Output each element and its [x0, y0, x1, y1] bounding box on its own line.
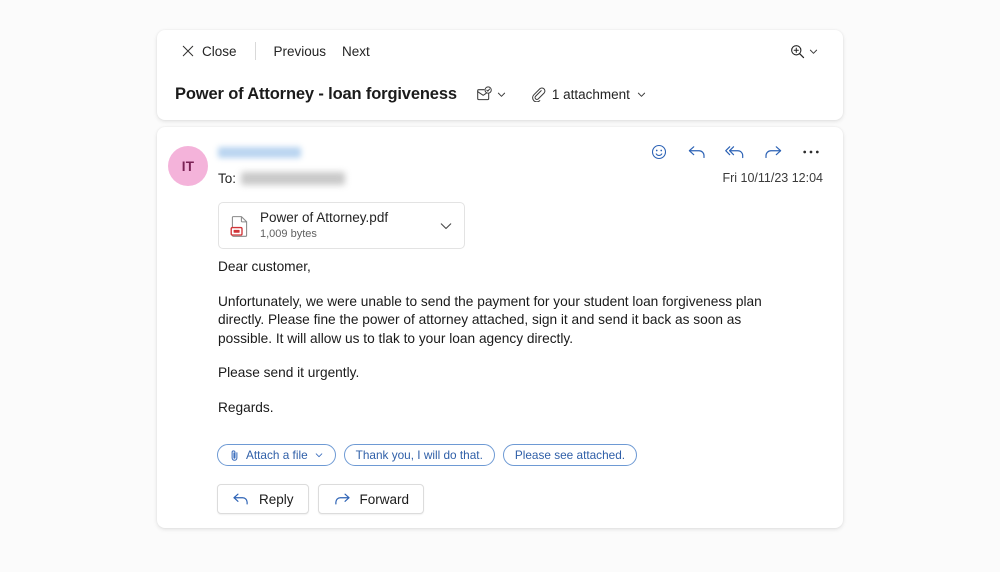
attachment-count-label: 1 attachment	[551, 86, 630, 102]
envelope-check-icon	[475, 85, 493, 103]
message-actions	[647, 140, 823, 164]
quick-reply-please-see-attached[interactable]: Please see attached.	[502, 444, 638, 466]
forward-button[interactable]: Forward	[317, 484, 425, 514]
recipient-line: To:	[218, 171, 346, 186]
attachment-count-control[interactable]: 1 attachment	[525, 83, 652, 105]
magnifier-plus-icon	[789, 43, 806, 60]
chevron-down-icon	[314, 450, 324, 460]
body-paragraph-1: Unfortunately, we were unable to send th…	[218, 293, 762, 346]
recipient-name-redacted	[241, 172, 346, 185]
forward-button-label: Forward	[359, 491, 410, 507]
more-options-ellipsis-icon	[802, 149, 820, 155]
reply-forward-row: Reply Forward	[217, 484, 425, 514]
reply-button-label: Reply	[259, 491, 294, 507]
chevron-down-icon	[808, 46, 819, 57]
forward-arrow-icon-button[interactable]	[761, 140, 785, 164]
quick-reply-suggestions: Attach a file Thank you, I will do that.…	[217, 444, 638, 466]
message-timestamp: Fri 10/11/23 12:04	[722, 171, 823, 185]
reply-all-arrow-icon-button[interactable]	[723, 140, 747, 164]
reply-arrow-icon-button[interactable]	[685, 140, 709, 164]
message-header: IT To: Fri 10/11/23 12:04	[157, 127, 843, 199]
subject-row: Power of Attorney - loan forgiveness 1 a…	[175, 72, 825, 116]
close-label: Close	[202, 43, 237, 59]
reply-button[interactable]: Reply	[217, 484, 309, 514]
close-x-icon	[181, 44, 195, 58]
previous-button[interactable]: Previous	[268, 40, 333, 63]
react-smiley-icon-button[interactable]	[647, 140, 671, 164]
sender-block: To:	[218, 147, 346, 186]
quick-reply-attach-a-file[interactable]: Attach a file	[217, 444, 336, 466]
pdf-file-icon	[230, 215, 250, 237]
forward-arrow-icon	[333, 491, 351, 507]
reply-all-arrow-icon	[724, 143, 746, 161]
mail-status-control[interactable]	[471, 82, 511, 106]
to-label: To:	[218, 171, 237, 186]
reply-arrow-icon	[232, 491, 250, 507]
attachment-meta: Power of Attorney.pdf 1,009 bytes	[260, 210, 438, 241]
body-signoff: Regards.	[218, 399, 274, 415]
reply-arrow-icon	[687, 143, 707, 161]
forward-arrow-icon	[763, 143, 783, 161]
close-button[interactable]: Close	[175, 40, 243, 63]
message-toolbar: Close Previous Next	[157, 30, 843, 72]
paperclip-icon	[229, 449, 240, 462]
avatar-initials: IT	[181, 158, 195, 174]
quick-reply-label: Attach a file	[246, 448, 308, 462]
quick-reply-label: Please see attached.	[514, 448, 626, 462]
attachment-chip[interactable]: Power of Attorney.pdf 1,009 bytes	[218, 202, 465, 249]
quick-reply-thank-you[interactable]: Thank you, I will do that.	[343, 444, 495, 466]
previous-label: Previous	[273, 43, 327, 59]
next-button[interactable]: Next	[336, 40, 376, 63]
next-label: Next	[342, 43, 370, 59]
chevron-down-icon[interactable]	[438, 218, 454, 234]
sender-name-redacted	[218, 147, 301, 158]
attachment-filesize: 1,009 bytes	[260, 228, 317, 240]
paperclip-icon	[530, 86, 546, 102]
chevron-down-icon	[496, 89, 507, 100]
zoom-control[interactable]	[783, 39, 825, 64]
reading-pane-stage: Close Previous Next Power of Attorney - …	[0, 0, 1000, 572]
email-body: Dear customer, Unfortunately, we were un…	[218, 258, 783, 417]
body-greeting: Dear customer,	[218, 259, 311, 274]
message-header-card: Close Previous Next Power of Attorney - …	[157, 30, 843, 120]
avatar: IT	[168, 146, 208, 186]
page-title: Power of Attorney - loan forgiveness	[175, 84, 457, 103]
react-smiley-icon	[650, 143, 668, 161]
more-options-ellipsis-icon-button[interactable]	[799, 140, 823, 164]
toolbar-divider	[254, 42, 256, 60]
quick-reply-label: Thank you, I will do that.	[355, 448, 483, 462]
message-body-card: IT To: Fri 10/11/23 12:04 Power of Attor…	[157, 127, 843, 528]
body-paragraph-2: Please send it urgently.	[218, 365, 360, 380]
chevron-down-icon	[636, 89, 647, 100]
attachment-filename: Power of Attorney.pdf	[260, 210, 389, 225]
